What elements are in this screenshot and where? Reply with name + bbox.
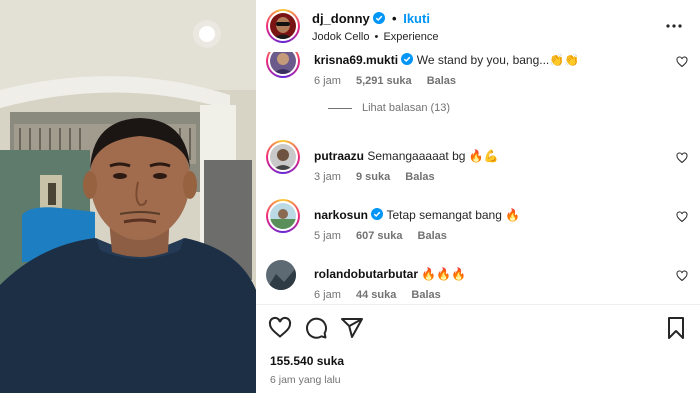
comment-username[interactable]: putraazu (314, 149, 364, 163)
author-avatar-image (270, 13, 296, 39)
comment-text-line: narkosun Tetap semangat bang 🔥 (314, 208, 520, 222)
comment-likes[interactable]: 607 suka (356, 230, 402, 242)
comment-time[interactable]: 3 jam (314, 171, 341, 183)
comment-icon[interactable] (304, 316, 328, 340)
comment-meta: 3 jam 9 suka Balas (314, 171, 447, 183)
heart-icon[interactable] (268, 316, 292, 340)
comment-text-line: rolandobutarbutar 🔥🔥🔥 (314, 267, 466, 281)
post-panel: dj_donny • Ikuti Jodok Cello • Experienc… (256, 0, 700, 393)
comment-text: Tetap semangat bang 🔥 (386, 208, 521, 222)
reply-button[interactable]: Balas (427, 75, 456, 87)
comment-avatar[interactable] (266, 52, 300, 78)
heart-icon[interactable] (676, 56, 688, 68)
comment-time[interactable]: 5 jam (314, 230, 341, 242)
reply-button[interactable]: Balas (411, 289, 440, 301)
post-media[interactable] (0, 0, 256, 393)
comment-meta: 6 jam 5,291 suka Balas (314, 75, 468, 87)
actions-divider (256, 304, 700, 305)
post-header: dj_donny • Ikuti Jodok Cello • Experienc… (256, 0, 700, 52)
comment-text-line: putraazu Semangaaaaat bg 🔥💪 (314, 149, 499, 163)
more-horizontal-icon[interactable] (666, 19, 682, 33)
comment-username[interactable]: krisna69.mukti (314, 53, 398, 67)
action-bar (256, 316, 700, 342)
comment-likes[interactable]: 5,291 suka (356, 75, 412, 87)
reply-button[interactable]: Balas (405, 171, 434, 183)
author-username[interactable]: dj_donny (312, 11, 370, 26)
author-line: dj_donny • Ikuti (312, 11, 430, 26)
post-timestamp[interactable]: 6 jam yang lalu (270, 374, 341, 386)
replies-divider (328, 107, 352, 109)
heart-icon[interactable] (676, 270, 688, 282)
view-replies-button[interactable]: Lihat balasan (13) (328, 102, 450, 114)
likes-count[interactable]: 155.540 suka (270, 354, 344, 368)
comments-list[interactable]: krisna69.mukti We stand by you, bang...👏… (256, 52, 700, 304)
comment-text-line: krisna69.mukti We stand by you, bang...👏… (314, 53, 579, 67)
subtitle-name[interactable]: Jodok Cello (312, 31, 369, 43)
comment-likes[interactable]: 9 suka (356, 171, 390, 183)
comment-avatar[interactable] (266, 260, 296, 290)
verified-badge-icon (371, 208, 384, 220)
comment-text: Semangaaaaat bg 🔥💪 (367, 149, 499, 163)
heart-icon[interactable] (676, 152, 688, 164)
comment-username[interactable]: narkosun (314, 208, 368, 222)
subtitle-tag[interactable]: Experience (383, 31, 438, 43)
comment-time[interactable]: 6 jam (314, 289, 341, 301)
subtitle-separator: • (374, 31, 379, 43)
comment-avatar-image (270, 203, 296, 229)
comment-text: 🔥🔥🔥 (421, 267, 467, 281)
comment-time[interactable]: 6 jam (314, 75, 341, 87)
heart-icon[interactable] (676, 211, 688, 223)
comment-username[interactable]: rolandobutarbutar (314, 267, 418, 281)
comment-avatar[interactable] (266, 199, 300, 233)
comment-meta: 5 jam 607 suka Balas (314, 230, 459, 242)
separator-dot: • (392, 11, 397, 26)
bookmark-icon[interactable] (664, 316, 688, 340)
comment-avatar[interactable] (266, 140, 300, 174)
view-replies-label: Lihat balasan (13) (362, 102, 451, 114)
comment-meta: 6 jam 44 suka Balas (314, 289, 453, 301)
verified-badge-icon (401, 53, 414, 65)
comment-text: We stand by you, bang...👏👏 (416, 53, 580, 67)
comment-avatar-image (270, 144, 296, 170)
author-avatar[interactable] (266, 9, 300, 43)
verified-badge-icon (373, 12, 386, 24)
post-subtitle: Jodok Cello • Experience (312, 31, 439, 43)
reply-button[interactable]: Balas (418, 230, 447, 242)
share-icon[interactable] (340, 316, 364, 340)
comment-likes[interactable]: 44 suka (356, 289, 396, 301)
follow-button[interactable]: Ikuti (403, 11, 430, 26)
video-frame (0, 0, 256, 393)
comment-avatar-image (266, 260, 296, 290)
